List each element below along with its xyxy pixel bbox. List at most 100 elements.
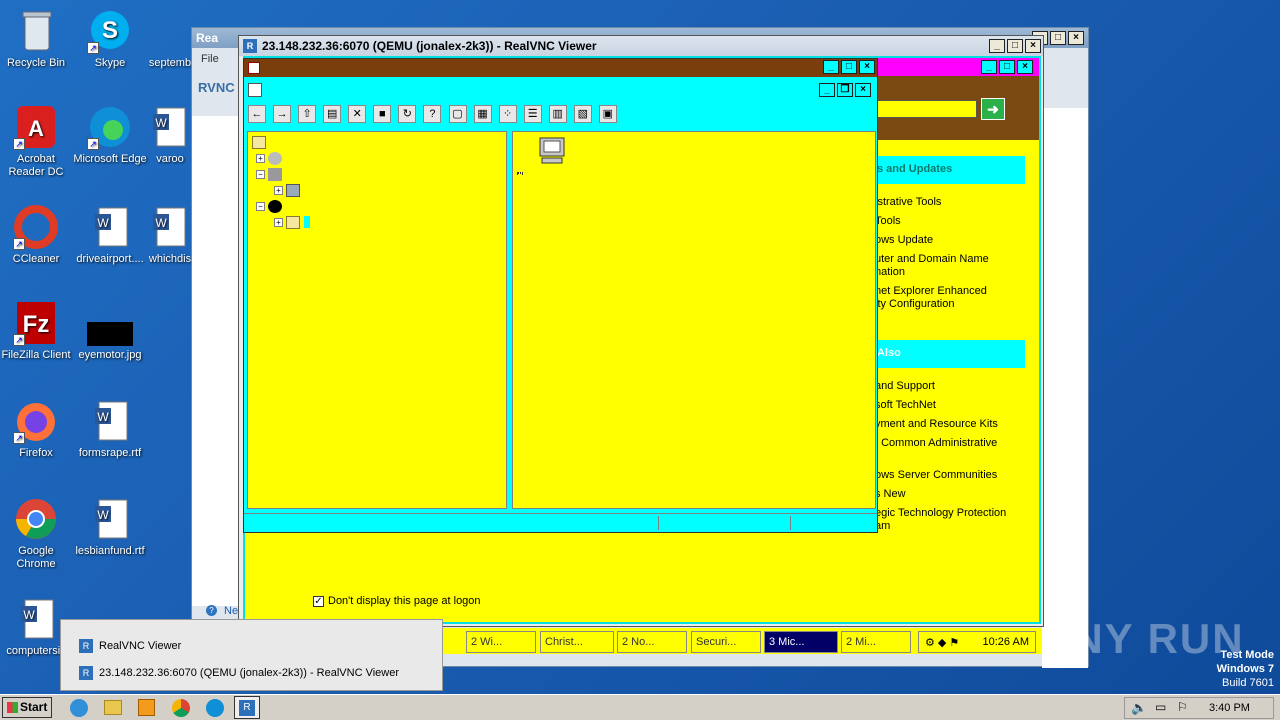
svg-text:W: W (97, 216, 109, 230)
desktop-icon-lesbianfund[interactable]: W lesbianfund.rtf (72, 496, 148, 558)
desktop-icon-acrobat[interactable]: A ↗ Acrobat Reader DC (0, 104, 74, 179)
realvnc-taskbar-icon[interactable]: R (234, 696, 260, 719)
expand-icon[interactable]: + (256, 153, 265, 163)
tree-root[interactable] (252, 134, 270, 150)
folder-icon (252, 135, 266, 149)
my-computer-icon[interactable] (537, 136, 567, 166)
maximize-button[interactable]: □ (1007, 39, 1023, 53)
link-common-admin[interactable]: f Common Administrative (875, 437, 997, 450)
up-folder-icon[interactable]: ⇧ (298, 105, 317, 123)
remote-task-mic[interactable]: 3 Mic... (764, 631, 838, 653)
remote-task-mi[interactable]: 2 Mi... (841, 631, 911, 653)
link-strategic-tech[interactable]: egic Technology Protection (875, 507, 1006, 520)
tree-pane[interactable]: + − + − + (247, 131, 507, 509)
outer-menu-file[interactable]: File (201, 53, 219, 65)
edge-icon[interactable] (206, 699, 224, 717)
link-server-communities[interactable]: ows Server Communities (875, 469, 997, 482)
back-icon[interactable]: ← (248, 105, 266, 123)
small-icons-icon[interactable]: ⁘ (498, 105, 517, 123)
flag-icon[interactable]: ⚐ (1177, 700, 1188, 714)
tree-component-services[interactable]: − (256, 198, 286, 214)
close-button[interactable]: × (1017, 60, 1033, 74)
help-icon[interactable]: ? (423, 105, 442, 123)
remote-task-notepad[interactable]: 2 No... (617, 631, 687, 653)
close-button[interactable]: × (859, 60, 875, 74)
tree-local-computer[interactable]: + (274, 182, 304, 198)
tree-iis[interactable]: − (256, 166, 286, 182)
delete-icon[interactable]: ✕ (348, 105, 367, 123)
desktop-icon-recycle-bin[interactable]: Recycle Bin (0, 8, 74, 70)
link-deployment-kits[interactable]: yment and Resource Kits (875, 418, 998, 431)
maximize-button[interactable]: □ (841, 60, 857, 74)
maximize-button[interactable]: □ (999, 60, 1015, 74)
expand-icon[interactable]: + (274, 185, 283, 195)
inner-close-button[interactable]: × (855, 83, 871, 97)
collapse-icon[interactable]: − (256, 201, 265, 211)
desktop-icon-chrome[interactable]: Google Chrome (0, 496, 74, 571)
collapse-icon[interactable]: − (256, 169, 265, 179)
inner-minimize-button[interactable]: _ (819, 83, 835, 97)
manage-server-window[interactable]: _ □ × ➜ s and Updates istrative Tools Tool… (875, 58, 1039, 538)
volume-icon[interactable]: 🔈 (1131, 700, 1147, 716)
start-button[interactable]: Start (2, 697, 52, 718)
desktop-icon-edge[interactable]: ↗ Microsoft Edge (72, 104, 148, 166)
popup-item-vnc-session[interactable]: R 23.148.232.36:6070 (QEMU (jonalex-2k3))… (79, 665, 399, 681)
mmc-titlebar[interactable] (244, 59, 877, 77)
link-windows-update[interactable]: ows Update (875, 234, 933, 247)
close-button[interactable]: × (1068, 31, 1084, 45)
explorer-icon[interactable] (104, 700, 122, 715)
popup-item-realvnc[interactable]: R RealVNC Viewer (79, 638, 181, 654)
outer-help-link[interactable]: Ne (224, 605, 238, 617)
desktop-icon-firefox[interactable]: ↗ Firefox (0, 398, 74, 460)
link-computer-domain-2[interactable]: nation (875, 266, 905, 279)
network-icon[interactable]: ▭ (1155, 700, 1166, 714)
tree-net-config[interactable]: + (256, 150, 286, 166)
dont-display-checkbox[interactable]: ✓ (313, 596, 324, 607)
desktop-icon-ccleaner[interactable]: ↗ CCleaner (0, 204, 74, 266)
link-technet[interactable]: soft TechNet (875, 399, 936, 412)
remote-tray: ⚙ ◆ ⚑ 10:26 AM (918, 631, 1036, 653)
desktop-icon-filezilla[interactable]: Fz ↗ FileZilla Client (0, 300, 74, 362)
maximize-button[interactable]: □ (1050, 31, 1066, 45)
properties-icon[interactable]: ■ (373, 105, 392, 123)
manage-search-box[interactable] (875, 100, 977, 118)
expand-icon[interactable]: + (274, 217, 283, 227)
chrome-icon[interactable] (172, 699, 190, 717)
remote-task-windows[interactable]: 2 Wi... (466, 631, 536, 653)
computer-icon[interactable]: ▣ (598, 105, 617, 123)
go-arrow-button[interactable]: ➜ (981, 98, 1005, 120)
close-button[interactable]: × (1025, 39, 1041, 53)
large-icons-icon[interactable]: ▦ (473, 105, 492, 123)
result-pane[interactable] (512, 131, 876, 509)
clock[interactable]: 3:40 PM (1209, 702, 1250, 714)
mmc-window[interactable]: _ □ × _ ❐ × ← → ⇧ ▤ ✕ ■ ↻ ? ▢ ▦ ⁘ ☰ ▥ ▧ ▣ + (243, 58, 878, 533)
link-computer-domain[interactable]: uter and Domain Name (875, 253, 989, 266)
refresh-icon[interactable]: ↻ (398, 105, 417, 123)
tree-computers[interactable]: + (274, 214, 310, 230)
remote-task-security[interactable]: Securi... (691, 631, 761, 653)
remote-task-christ[interactable]: Christ... (540, 631, 614, 653)
forward-icon[interactable]: → (273, 105, 292, 123)
link-admin-tools[interactable]: istrative Tools (875, 196, 941, 209)
minimize-button[interactable]: _ (981, 60, 997, 74)
desktop-icon-formsrape[interactable]: W formsrape.rtf (72, 398, 148, 460)
desktop-icon-driveairport[interactable]: W driveairport.... (72, 204, 148, 266)
export-list-icon[interactable]: ▧ (573, 105, 592, 123)
minimize-button[interactable]: _ (989, 39, 1005, 53)
list-view-icon[interactable]: ☰ (523, 105, 542, 123)
inner-restore-button[interactable]: ❐ (837, 83, 853, 97)
desktop-icon-skype[interactable]: S ↗ Skype (72, 8, 148, 70)
link-ie-enhanced[interactable]: net Explorer Enhanced (875, 285, 987, 298)
desktop-icon-eyemotor[interactable]: eyemotor.jpg (72, 300, 148, 362)
ie-icon[interactable] (70, 699, 88, 717)
media-player-icon[interactable] (138, 699, 155, 716)
minimize-button[interactable]: _ (823, 60, 839, 74)
show-hide-tree-icon[interactable]: ▤ (323, 105, 342, 123)
link-ie-enhanced-2[interactable]: ity Configuration (875, 298, 955, 311)
vnc-titlebar[interactable]: R 23.148.232.36:6070 (QEMU (jonalex-2k3)… (239, 36, 1043, 56)
link-help-support[interactable]: and Support (875, 380, 935, 393)
detail-view-icon[interactable]: ▥ (548, 105, 567, 123)
new-window-icon[interactable]: ▢ (448, 105, 467, 123)
link-tools[interactable]: Tools (875, 215, 901, 228)
link-whats-new[interactable]: s New (875, 488, 906, 501)
